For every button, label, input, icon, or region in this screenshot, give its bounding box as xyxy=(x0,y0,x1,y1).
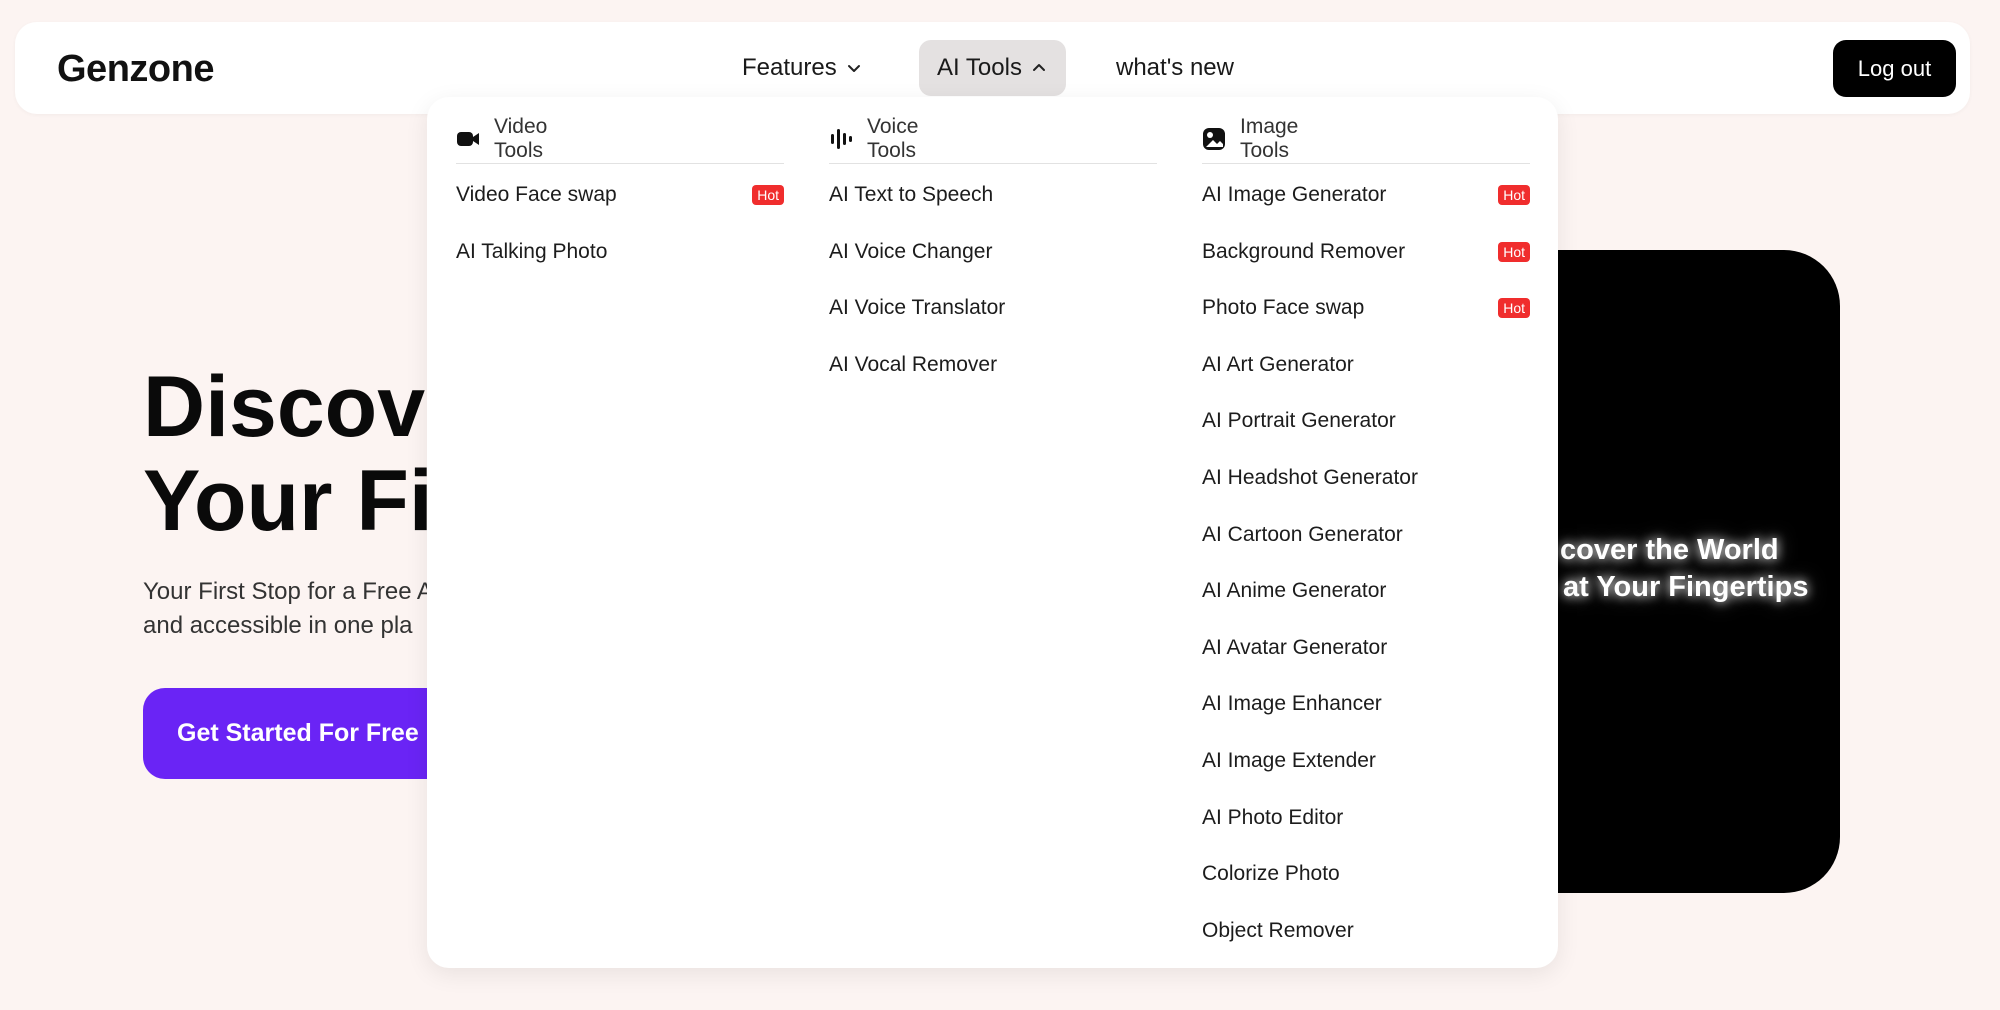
menu-item-label: Colorize Photo xyxy=(1202,862,1340,886)
chevron-down-icon xyxy=(847,65,860,72)
hot-badge: Hot xyxy=(1498,298,1530,319)
menu-item-label: AI Anime Generator xyxy=(1202,579,1387,603)
hero-subtitle-line-1: Your First Stop for a Free A xyxy=(143,578,433,605)
hero-title-line-2: Your Fi xyxy=(143,453,433,549)
hero-title-line-1: Discove xyxy=(143,359,473,455)
nav-features[interactable]: Features xyxy=(724,40,879,96)
logout-button[interactable]: Log out xyxy=(1833,40,1956,97)
menu-item-ai-headshot-generator[interactable]: AI Headshot Generator xyxy=(1202,458,1530,498)
column-header: Image Tools xyxy=(1202,115,1298,162)
menu-item-label: AI Portrait Generator xyxy=(1202,409,1396,433)
menu-item-ai-cartoon-generator[interactable]: AI Cartoon Generator xyxy=(1202,515,1530,555)
menu-item-label: AI Cartoon Generator xyxy=(1202,522,1403,546)
nav-whats-new-label: what's new xyxy=(1116,54,1234,81)
audio-waveform-icon xyxy=(829,128,853,150)
menu-item-label: AI Talking Photo xyxy=(456,239,608,263)
menu-item-label: AI Voice Translator xyxy=(829,296,1006,320)
column-title: Video Tools xyxy=(494,115,548,162)
menu-item-ai-voice-translator[interactable]: AI Voice Translator xyxy=(829,288,1157,328)
video-caption: cover the World at Your Fingertips xyxy=(1560,532,1840,606)
menu-item-ai-photo-editor[interactable]: AI Photo Editor xyxy=(1202,798,1530,838)
ai-tools-dropdown: Video Tools Video Face swap Hot AI Talking … xyxy=(427,97,1558,968)
column-title: Voice Tools xyxy=(867,115,919,162)
get-started-button[interactable]: Get Started For Free xyxy=(143,688,473,779)
menu-item-photo-face-swap[interactable]: Photo Face swap Hot xyxy=(1202,288,1530,328)
column-divider xyxy=(456,163,784,164)
hot-badge: Hot xyxy=(1498,185,1530,205)
hero-subtitle-line-2: and accessible in one pla xyxy=(143,612,413,639)
menu-item-ai-avatar-generator[interactable]: AI Avatar Generator xyxy=(1202,628,1530,668)
menu-item-ai-image-extender[interactable]: AI Image Extender xyxy=(1202,741,1530,781)
menu-item-label: AI Text to Speech xyxy=(829,183,994,206)
column-title: Image Tools xyxy=(1240,115,1299,162)
menu-item-label: Video Face swap xyxy=(456,183,617,206)
video-caption-line-2: at Your Fingertips xyxy=(1563,571,1809,603)
image-icon xyxy=(1202,127,1226,151)
chevron-up-icon xyxy=(1032,64,1045,71)
menu-item-label: AI Image Enhancer xyxy=(1202,692,1382,716)
video-camera-icon xyxy=(456,129,480,149)
menu-item-label: AI Image Generator xyxy=(1202,183,1387,206)
menu-item-label: AI Art Generator xyxy=(1202,352,1354,376)
nav-whats-new[interactable]: what's new xyxy=(1098,40,1252,96)
menu-item-label: Background Remover xyxy=(1202,239,1406,263)
column-header: Video Tools xyxy=(456,115,547,162)
menu-item-ai-voice-changer[interactable]: AI Voice Changer xyxy=(829,232,1157,272)
menu-item-label: Photo Face swap xyxy=(1202,296,1365,320)
menu-item-label: AI Vocal Remover xyxy=(829,352,998,376)
hero-subtitle: Your First Stop for a Free A and accessi… xyxy=(143,575,433,643)
nav-features-label: Features xyxy=(742,54,837,81)
nav-ai-tools[interactable]: AI Tools xyxy=(919,40,1066,96)
menu-item-label: AI Voice Changer xyxy=(829,239,993,263)
column-header: Voice Tools xyxy=(829,115,918,162)
menu-item-label: Object Remover xyxy=(1202,918,1354,942)
menu-item-video-face-swap[interactable]: Video Face swap Hot xyxy=(456,175,784,215)
hot-badge: Hot xyxy=(752,185,784,205)
menu-item-label: AI Avatar Generator xyxy=(1202,635,1388,659)
column-divider xyxy=(829,163,1157,164)
logo[interactable]: Genzone xyxy=(57,48,214,91)
menu-item-ai-image-enhancer[interactable]: AI Image Enhancer xyxy=(1202,684,1530,724)
menu-item-ai-talking-photo[interactable]: AI Talking Photo xyxy=(456,232,784,272)
menu-item-colorize-photo[interactable]: Colorize Photo xyxy=(1202,854,1530,894)
hero-title: Discove Your Fi xyxy=(143,360,473,548)
menu-item-label: AI Photo Editor xyxy=(1202,805,1344,829)
menu-item-ai-portrait-generator[interactable]: AI Portrait Generator xyxy=(1202,401,1530,441)
nav-ai-tools-label: AI Tools xyxy=(937,54,1022,81)
video-caption-line-1: cover the World xyxy=(1560,534,1779,566)
menu-item-ai-text-to-speech[interactable]: AI Text to Speech xyxy=(829,175,1157,215)
menu-item-label: AI Image Extender xyxy=(1202,749,1376,772)
menu-item-label: AI Headshot Generator xyxy=(1202,466,1418,489)
menu-item-background-remover[interactable]: Background Remover Hot xyxy=(1202,232,1530,272)
menu-item-object-remover[interactable]: Object Remover xyxy=(1202,911,1530,951)
menu-item-ai-image-generator[interactable]: AI Image Generator Hot xyxy=(1202,175,1530,215)
menu-item-ai-anime-generator[interactable]: AI Anime Generator xyxy=(1202,571,1530,611)
menu-item-ai-art-generator[interactable]: AI Art Generator xyxy=(1202,345,1530,385)
hot-badge: Hot xyxy=(1498,241,1530,262)
menu-item-ai-vocal-remover[interactable]: AI Vocal Remover xyxy=(829,345,1157,385)
column-divider xyxy=(1202,163,1530,164)
